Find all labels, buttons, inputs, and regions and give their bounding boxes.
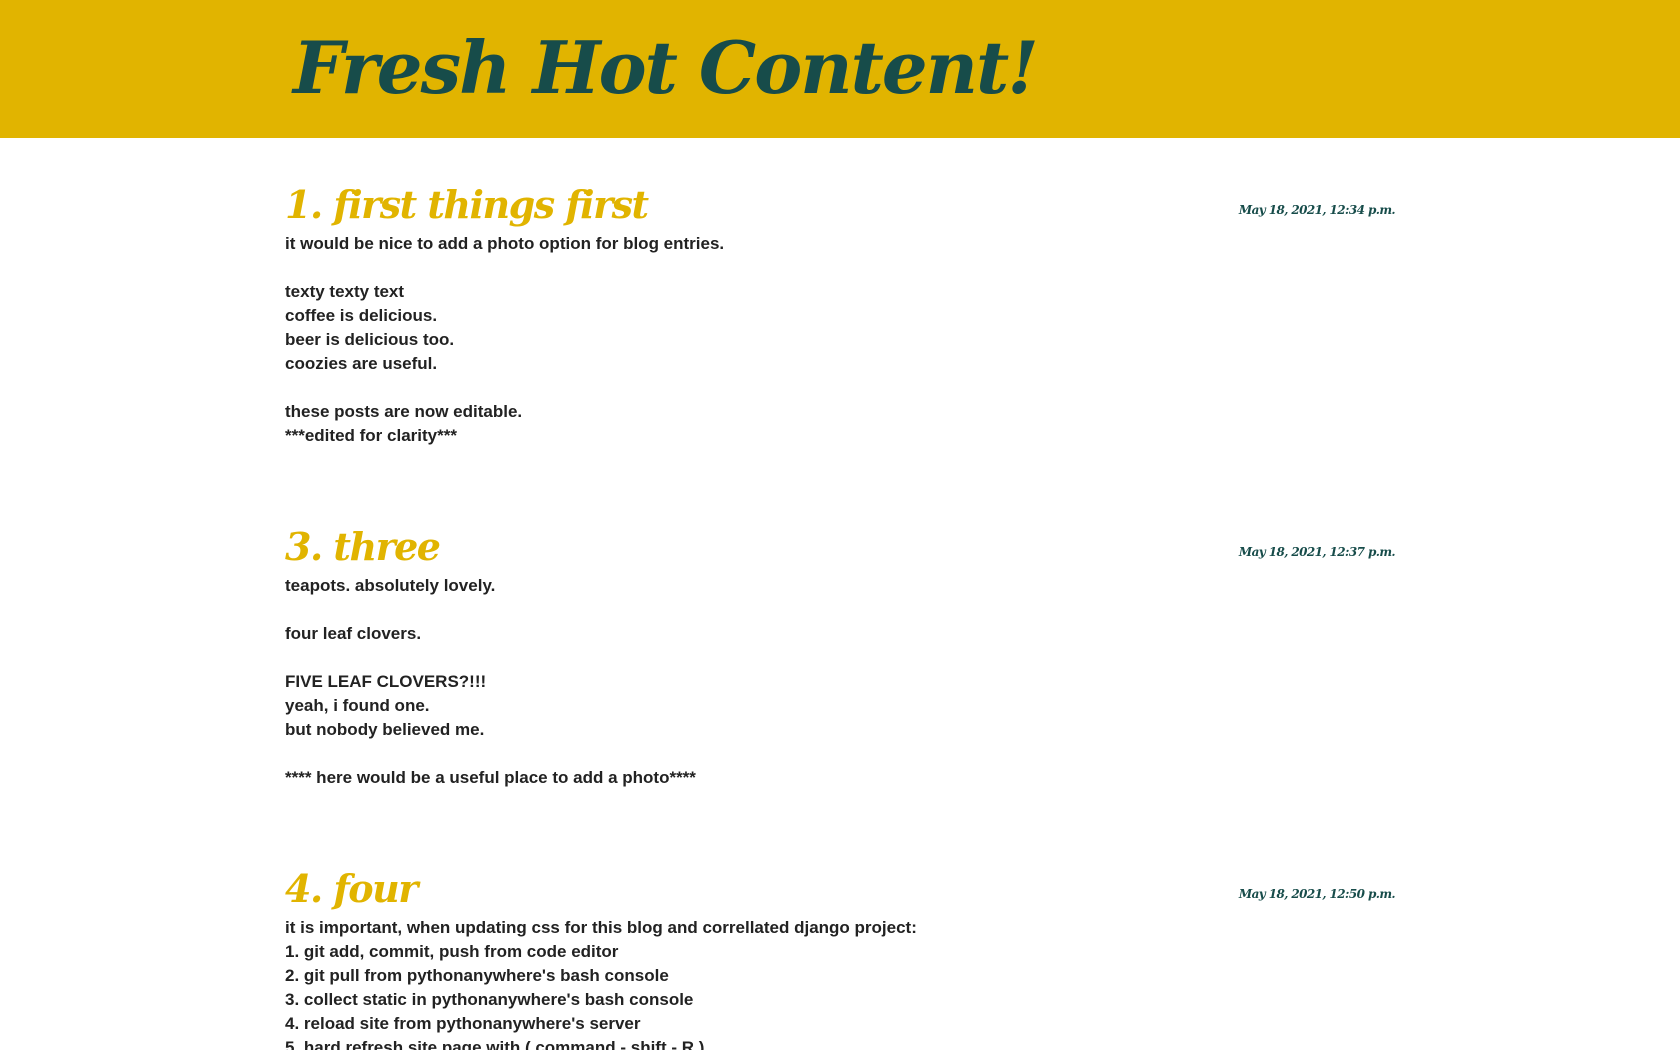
post-title-link[interactable]: 4. four [285,864,418,914]
post-list: 1. first things first May 18, 2021, 12:3… [285,138,1396,1050]
post-body: it is important, when updating css for t… [285,916,917,1050]
post-4: 4. four May 18, 2021, 12:50 p.m. it is i… [285,864,1395,1050]
post-body-line: 3. collect static in pythonanywhere's ba… [285,990,694,1009]
site-header: Fresh Hot Content! [0,0,1680,138]
post-date: May 18, 2021, 12:50 p.m. [1238,887,1395,901]
post-title-link[interactable]: 1. first things first [285,180,649,230]
post-body-line: texty texty text [285,282,405,301]
post-body-line [285,376,724,400]
post-body-line: 5. hard refresh site page with ( command… [285,1038,705,1050]
post-body-line: these posts are now editable. [285,402,523,421]
post-body-line: coffee is delicious. [285,306,438,325]
post-body-line: beer is delicious too. [285,330,455,349]
post-body-line: 2. git pull from pythonanywhere's bash c… [285,966,669,985]
post-body-line: **** here would be a useful place to add… [285,768,696,787]
post-body-line: coozies are useful. [285,354,438,373]
post-date: May 18, 2021, 12:34 p.m. [1238,203,1396,217]
post-body: it would be nice to add a photo option f… [285,232,724,448]
post-1: 1. first things first May 18, 2021, 12:3… [285,180,1396,480]
site-title-link[interactable]: Fresh Hot Content! [293,18,1039,118]
post-3: 3. three May 18, 2021, 12:37 p.m. teapot… [285,522,1396,822]
post-body-line: yeah, i found one. [285,696,430,715]
post-body-line: but nobody believed me. [285,720,485,739]
post-body-line: FIVE LEAF CLOVERS?!!! [285,672,487,691]
post-body-line: it is important, when updating css for t… [285,918,917,937]
post-body-line [285,256,724,280]
post-title-link[interactable]: 3. three [285,522,441,572]
post-date: May 18, 2021, 12:37 p.m. [1238,545,1396,559]
post-body-line: teapots. absolutely lovely. [285,576,496,595]
post-body-line [285,646,696,670]
post-body-line [285,742,696,766]
post-body-line: four leaf clovers. [285,624,422,643]
post-body-line: 1. git add, commit, push from code edito… [285,942,619,961]
post-body-line: ***edited for clarity*** [285,426,457,445]
post-body-line: 4. reload site from pythonanywhere's ser… [285,1014,641,1033]
post-body-line [285,598,696,622]
post-body: teapots. absolutely lovely. four leaf cl… [285,574,696,790]
post-body-line: it would be nice to add a photo option f… [285,234,725,253]
